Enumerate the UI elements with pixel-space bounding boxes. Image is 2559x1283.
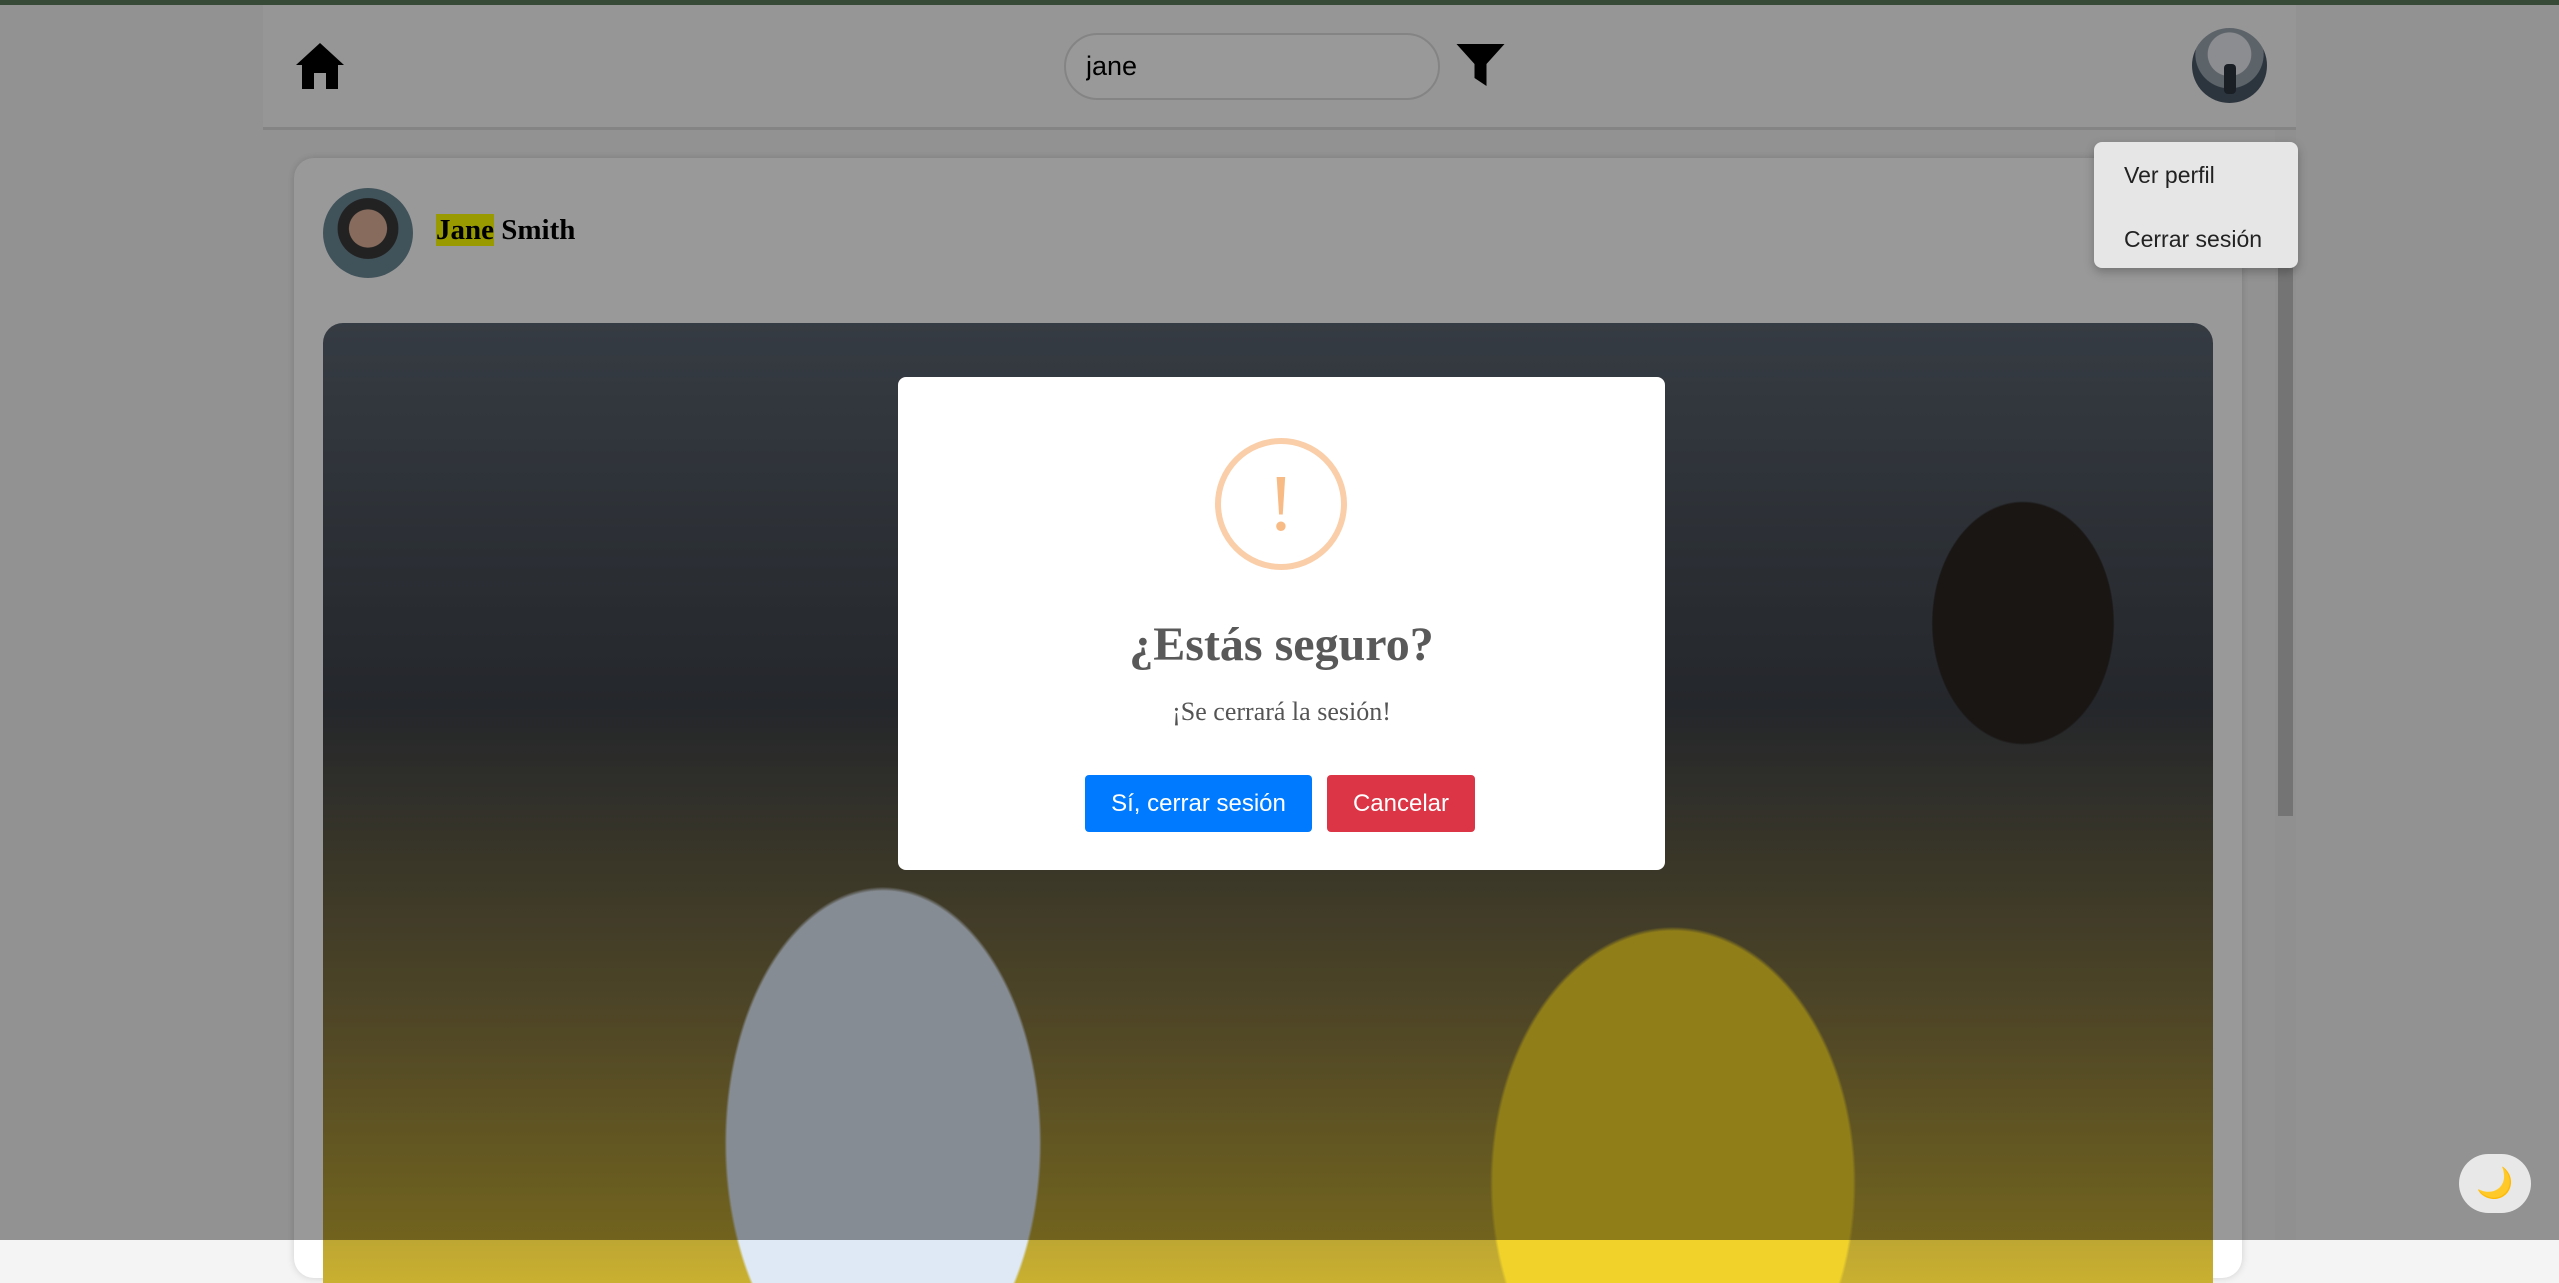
dialog-text: ¡Se cerrará la sesión! xyxy=(1172,697,1391,726)
menu-item-cerrar-sesion[interactable]: Cerrar sesión xyxy=(2124,226,2262,253)
dialog-title: ¿Estás seguro? xyxy=(1129,618,1434,671)
confirm-dialog: ! ¿Estás seguro? ¡Se cerrará la sesión! … xyxy=(898,377,1665,870)
cancel-button[interactable]: Cancelar xyxy=(1327,775,1475,832)
dark-mode-toggle[interactable]: 🌙 xyxy=(2459,1154,2531,1213)
moon-icon: 🌙 xyxy=(2476,1167,2514,1200)
confirm-logout-button[interactable]: Sí, cerrar sesión xyxy=(1085,775,1312,832)
menu-item-ver-perfil[interactable]: Ver perfil xyxy=(2124,162,2215,189)
profile-dropdown: Ver perfil Cerrar sesión xyxy=(2094,142,2298,268)
warning-icon: ! xyxy=(1215,438,1347,570)
